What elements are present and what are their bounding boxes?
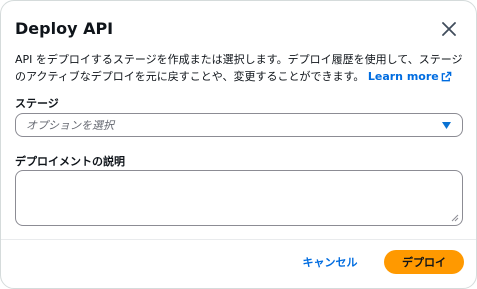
external-link-icon bbox=[441, 71, 452, 82]
stage-label: ステージ bbox=[15, 97, 59, 110]
learn-more-label: Learn more bbox=[367, 70, 439, 83]
stage-select-placeholder: オプションを選択 bbox=[26, 119, 114, 132]
deployment-description-textarea[interactable] bbox=[15, 170, 463, 226]
learn-more-link[interactable]: Learn more bbox=[368, 70, 452, 83]
close-icon bbox=[442, 22, 456, 36]
caret-down-icon bbox=[442, 122, 451, 129]
resize-grip-icon[interactable] bbox=[451, 214, 459, 222]
modal-description: API をデプロイするステージを作成または選択します。デプロイ履歴を使用して、ス… bbox=[15, 51, 465, 85]
deployment-description-label: デプロイメントの説明 bbox=[15, 155, 125, 168]
footer-divider bbox=[1, 239, 476, 240]
modal-title: Deploy API bbox=[15, 19, 114, 38]
cancel-button[interactable]: キャンセル bbox=[293, 250, 367, 274]
deploy-button[interactable]: デプロイ bbox=[384, 250, 464, 274]
modal-header: Deploy API bbox=[15, 16, 462, 42]
deploy-api-modal: Deploy API API をデプロイするステージを作成または選択します。デプ… bbox=[0, 0, 477, 289]
stage-select[interactable]: オプションを選択 bbox=[15, 113, 463, 137]
close-button[interactable] bbox=[436, 16, 462, 42]
